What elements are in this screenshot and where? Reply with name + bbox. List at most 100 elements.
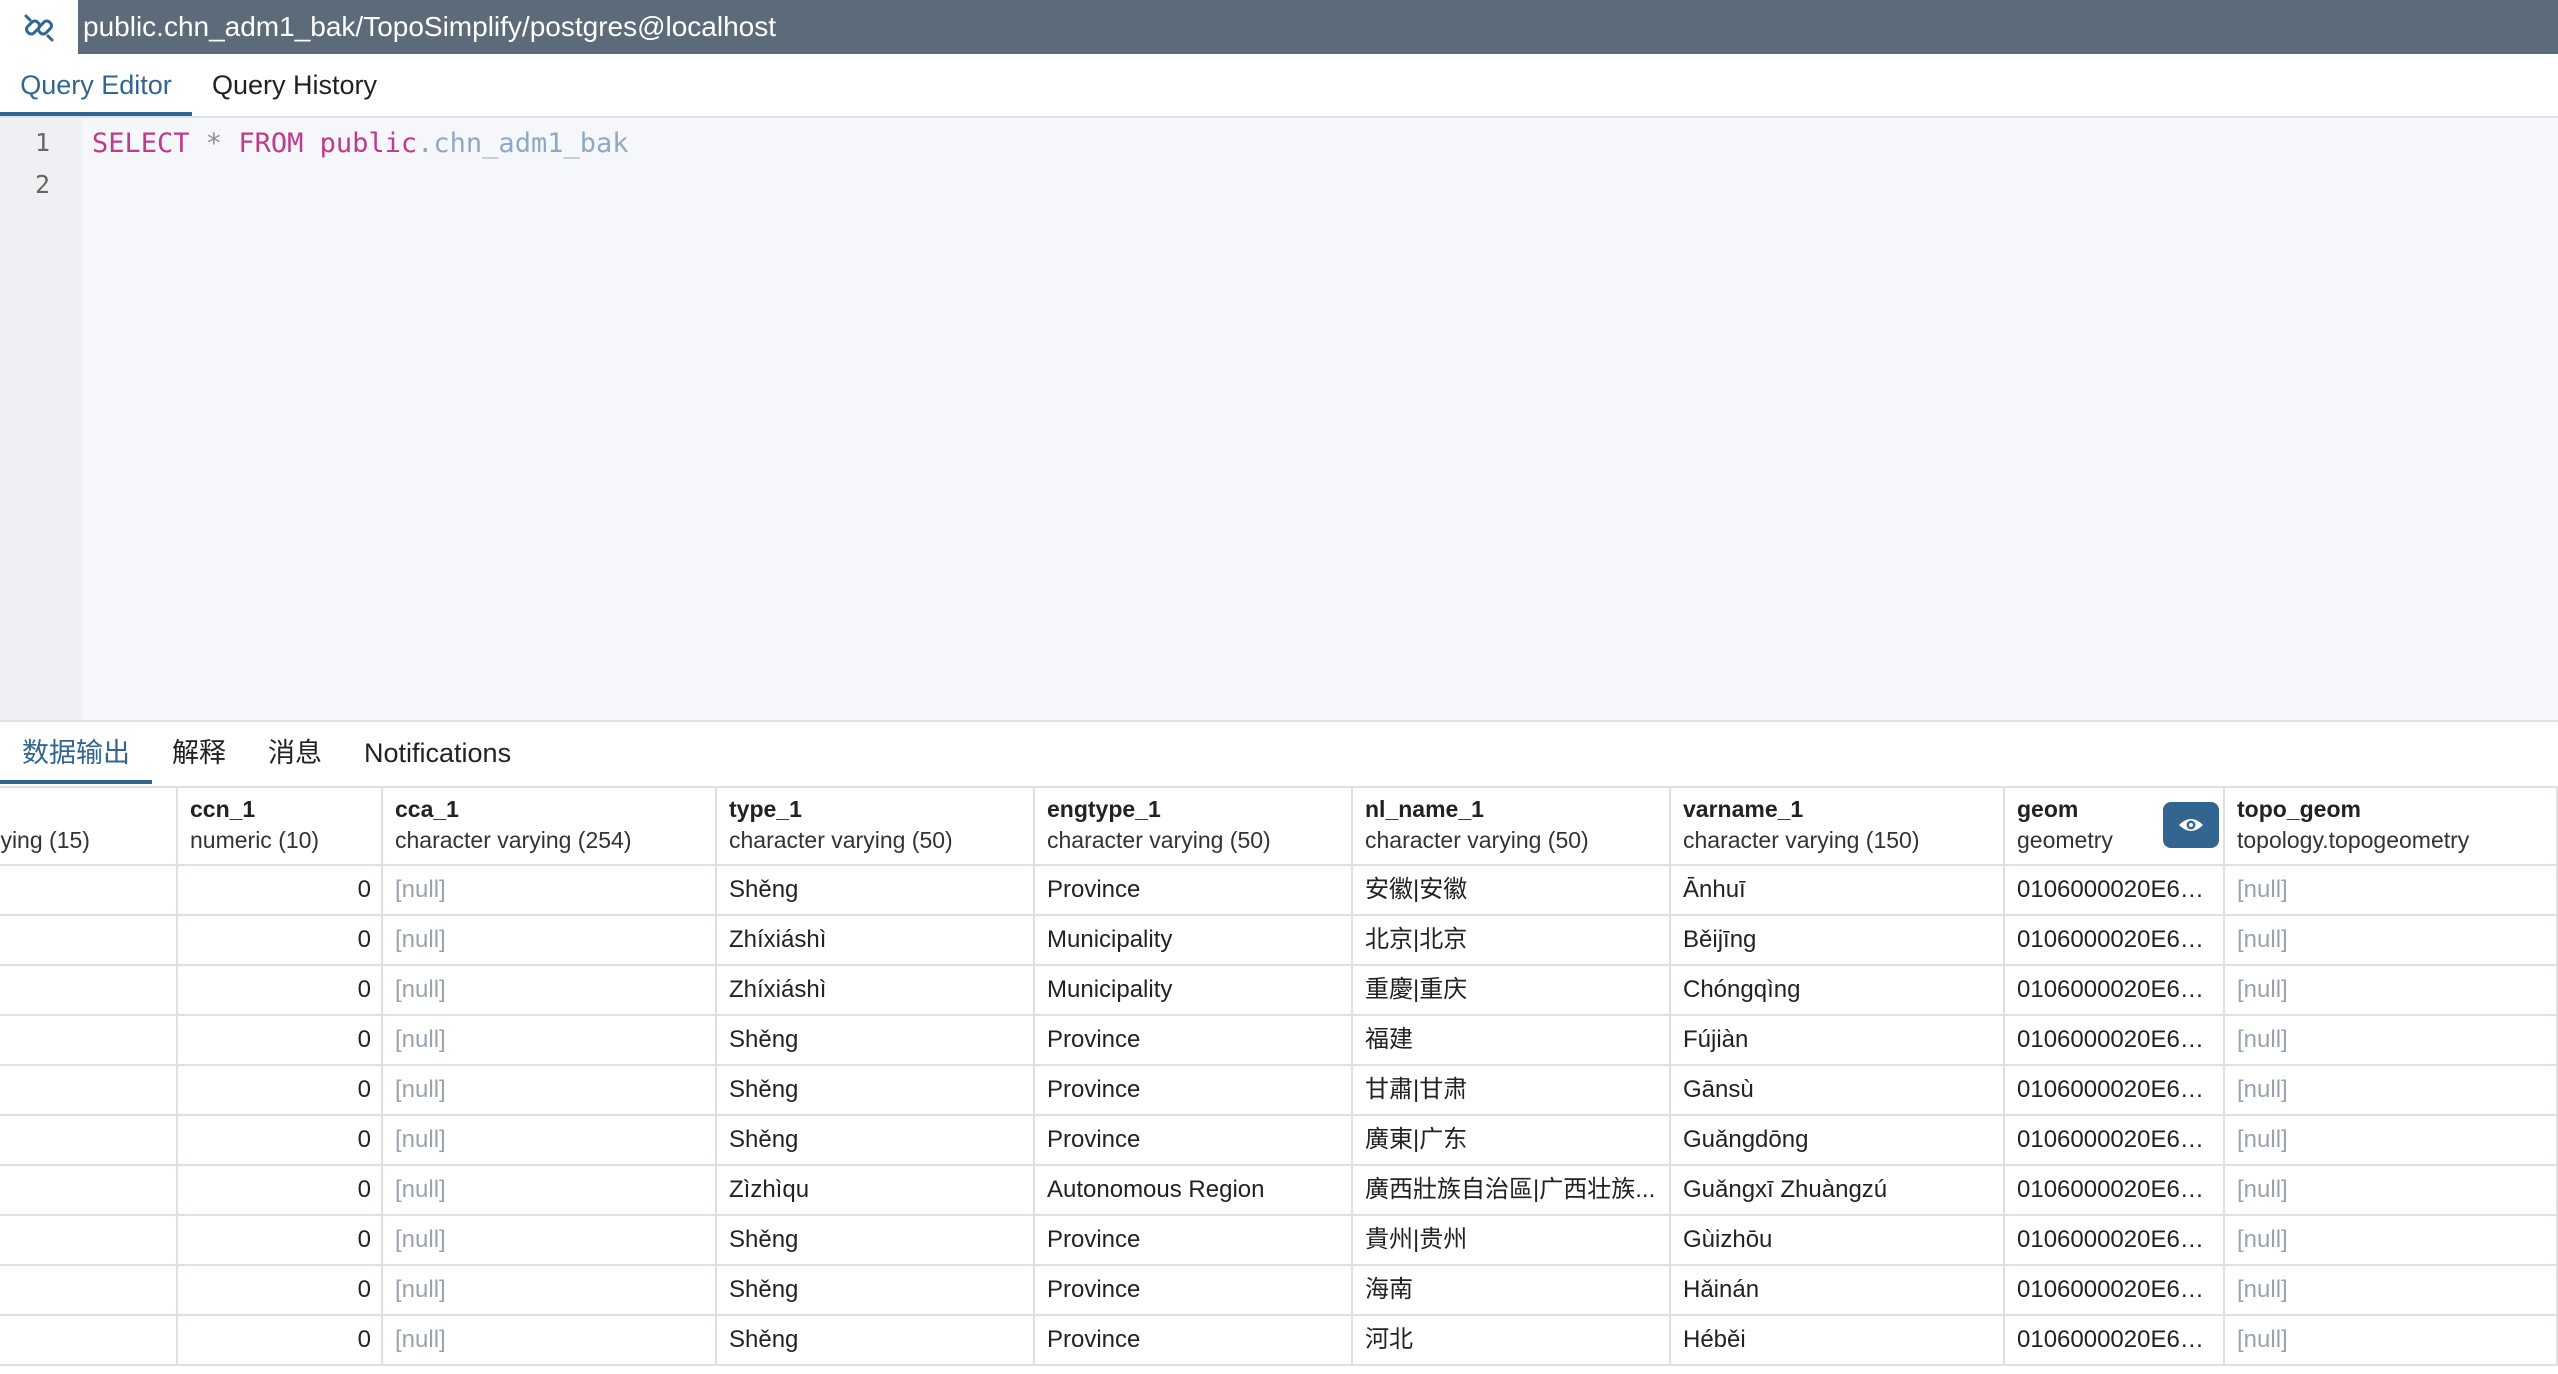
eye-icon[interactable] bbox=[2163, 802, 2219, 848]
table-cell[interactable]: 0106000020E61... bbox=[2005, 966, 2225, 1016]
table-cell[interactable]: [null] bbox=[2225, 966, 2558, 1016]
table-cell[interactable]: Shěng bbox=[717, 1316, 1035, 1366]
table-cell[interactable] bbox=[0, 916, 178, 966]
table-cell[interactable]: [null] bbox=[383, 966, 717, 1016]
table-cell[interactable]: 安徽|安徽 bbox=[1353, 866, 1671, 916]
table-cell[interactable]: Municipality bbox=[1035, 966, 1353, 1016]
table-cell[interactable]: Chóngqìng bbox=[1671, 966, 2005, 1016]
table-cell[interactable]: 0106000020E61... bbox=[2005, 1066, 2225, 1116]
table-cell[interactable]: 0 bbox=[178, 966, 383, 1016]
table-cell[interactable]: Shěng bbox=[717, 1066, 1035, 1116]
table-cell[interactable]: 0106000020E61... bbox=[2005, 916, 2225, 966]
column-header-col-ccn-1[interactable]: ccn_1 numeric (10) bbox=[178, 786, 383, 866]
table-cell[interactable]: 廣西壯族自治區|广西壮族... bbox=[1353, 1166, 1671, 1216]
table-cell[interactable]: [null] bbox=[2225, 1166, 2558, 1216]
table-cell[interactable]: 重慶|重庆 bbox=[1353, 966, 1671, 1016]
tab-messages[interactable]: 消息 bbox=[268, 722, 322, 784]
tab-explain[interactable]: 解释 bbox=[172, 722, 226, 784]
table-cell[interactable]: 河北 bbox=[1353, 1316, 1671, 1366]
table-cell[interactable]: 廣東|广东 bbox=[1353, 1116, 1671, 1166]
table-cell[interactable]: Province bbox=[1035, 1066, 1353, 1116]
table-cell[interactable]: Shěng bbox=[717, 1266, 1035, 1316]
table-cell[interactable]: 海南 bbox=[1353, 1266, 1671, 1316]
table-cell[interactable]: Běijīng bbox=[1671, 916, 2005, 966]
table-cell[interactable] bbox=[0, 1316, 178, 1366]
column-header-col-topo-geom[interactable]: topo_geom topology.topogeometry bbox=[2225, 786, 2558, 866]
table-cell[interactable]: [null] bbox=[383, 1316, 717, 1366]
table-cell[interactable]: 0106000020E61... bbox=[2005, 1316, 2225, 1366]
tab-query-history[interactable]: Query History bbox=[212, 54, 377, 116]
table-cell[interactable]: Shěng bbox=[717, 1016, 1035, 1066]
table-cell[interactable]: 北京|北京 bbox=[1353, 916, 1671, 966]
tab-query-editor[interactable]: Query Editor bbox=[0, 54, 192, 116]
connection-link-icon[interactable] bbox=[0, 0, 78, 54]
table-cell[interactable]: Guǎngdōng bbox=[1671, 1116, 2005, 1166]
table-cell[interactable]: Zhíxiáshì bbox=[717, 916, 1035, 966]
table-cell[interactable]: 0 bbox=[178, 1016, 383, 1066]
table-cell[interactable]: Province bbox=[1035, 1216, 1353, 1266]
table-cell[interactable]: Gānsù bbox=[1671, 1066, 2005, 1116]
table-cell[interactable]: 福建 bbox=[1353, 1016, 1671, 1066]
table-cell[interactable]: [null] bbox=[2225, 1316, 2558, 1366]
table-cell[interactable]: 0106000020E61... bbox=[2005, 866, 2225, 916]
table-cell[interactable]: 0 bbox=[178, 1116, 383, 1166]
table-cell[interactable]: Province bbox=[1035, 1116, 1353, 1166]
table-cell[interactable]: 貴州|贵州 bbox=[1353, 1216, 1671, 1266]
table-cell[interactable]: Province bbox=[1035, 1266, 1353, 1316]
table-cell[interactable]: 0 bbox=[178, 1216, 383, 1266]
table-cell[interactable]: 0106000020E61... bbox=[2005, 1116, 2225, 1166]
table-cell[interactable]: Ānhuī bbox=[1671, 866, 2005, 916]
table-cell[interactable]: [null] bbox=[2225, 866, 2558, 916]
table-cell[interactable]: Autonomous Region bbox=[1035, 1166, 1353, 1216]
table-cell[interactable]: [null] bbox=[383, 1066, 717, 1116]
table-cell[interactable]: [null] bbox=[383, 1216, 717, 1266]
table-cell[interactable] bbox=[0, 1116, 178, 1166]
table-cell[interactable] bbox=[0, 866, 178, 916]
table-cell[interactable]: Héběi bbox=[1671, 1316, 2005, 1366]
table-cell[interactable]: Shěng bbox=[717, 866, 1035, 916]
table-cell[interactable]: Guǎngxī Zhuàngzú bbox=[1671, 1166, 2005, 1216]
table-cell[interactable] bbox=[0, 1266, 178, 1316]
column-header-col-partial[interactable]: arying (15) bbox=[0, 786, 178, 866]
table-cell[interactable]: 0106000020E61... bbox=[2005, 1216, 2225, 1266]
column-header-col-cca-1[interactable]: cca_1 character varying (254) bbox=[383, 786, 717, 866]
column-header-col-engtype-1[interactable]: engtype_1 character varying (50) bbox=[1035, 786, 1353, 866]
table-cell[interactable]: Hǎinán bbox=[1671, 1266, 2005, 1316]
table-cell[interactable]: [null] bbox=[2225, 1066, 2558, 1116]
table-cell[interactable]: Province bbox=[1035, 1316, 1353, 1366]
table-cell[interactable] bbox=[0, 1066, 178, 1116]
table-cell[interactable]: Province bbox=[1035, 1016, 1353, 1066]
table-cell[interactable]: 甘肅|甘肃 bbox=[1353, 1066, 1671, 1116]
column-header-col-nl-name-1[interactable]: nl_name_1 character varying (50) bbox=[1353, 786, 1671, 866]
column-header-col-geom[interactable]: geom geometry bbox=[2005, 786, 2225, 866]
table-cell[interactable]: Zìzhìqu bbox=[717, 1166, 1035, 1216]
table-cell[interactable]: [null] bbox=[2225, 1266, 2558, 1316]
table-cell[interactable]: [null] bbox=[383, 1016, 717, 1066]
table-cell[interactable]: 0 bbox=[178, 866, 383, 916]
table-cell[interactable]: [null] bbox=[2225, 1216, 2558, 1266]
table-cell[interactable]: 0 bbox=[178, 916, 383, 966]
table-cell[interactable]: Shěng bbox=[717, 1116, 1035, 1166]
sql-editor[interactable]: 1 2 SELECT * FROM public.chn_adm1_bak bbox=[0, 118, 2558, 720]
table-cell[interactable]: [null] bbox=[383, 1116, 717, 1166]
table-cell[interactable]: Fújiàn bbox=[1671, 1016, 2005, 1066]
table-cell[interactable]: Zhíxiáshì bbox=[717, 966, 1035, 1016]
table-cell[interactable]: 0106000020E61... bbox=[2005, 1266, 2225, 1316]
tab-notifications[interactable]: Notifications bbox=[364, 722, 511, 784]
table-cell[interactable]: 0 bbox=[178, 1316, 383, 1366]
table-cell[interactable]: Gùizhōu bbox=[1671, 1216, 2005, 1266]
table-cell[interactable] bbox=[0, 1016, 178, 1066]
table-cell[interactable]: Municipality bbox=[1035, 916, 1353, 966]
code-line[interactable]: SELECT * FROM public.chn_adm1_bak bbox=[92, 128, 628, 159]
table-cell[interactable]: Province bbox=[1035, 866, 1353, 916]
table-cell[interactable]: [null] bbox=[383, 1166, 717, 1216]
table-cell[interactable]: [null] bbox=[2225, 1016, 2558, 1066]
table-cell[interactable] bbox=[0, 1216, 178, 1266]
table-cell[interactable]: [null] bbox=[2225, 916, 2558, 966]
table-cell[interactable] bbox=[0, 1166, 178, 1216]
table-cell[interactable]: 0106000020E61... bbox=[2005, 1016, 2225, 1066]
table-cell[interactable]: 0 bbox=[178, 1266, 383, 1316]
table-cell[interactable]: [null] bbox=[2225, 1116, 2558, 1166]
table-cell[interactable]: Shěng bbox=[717, 1216, 1035, 1266]
table-cell[interactable]: [null] bbox=[383, 1266, 717, 1316]
